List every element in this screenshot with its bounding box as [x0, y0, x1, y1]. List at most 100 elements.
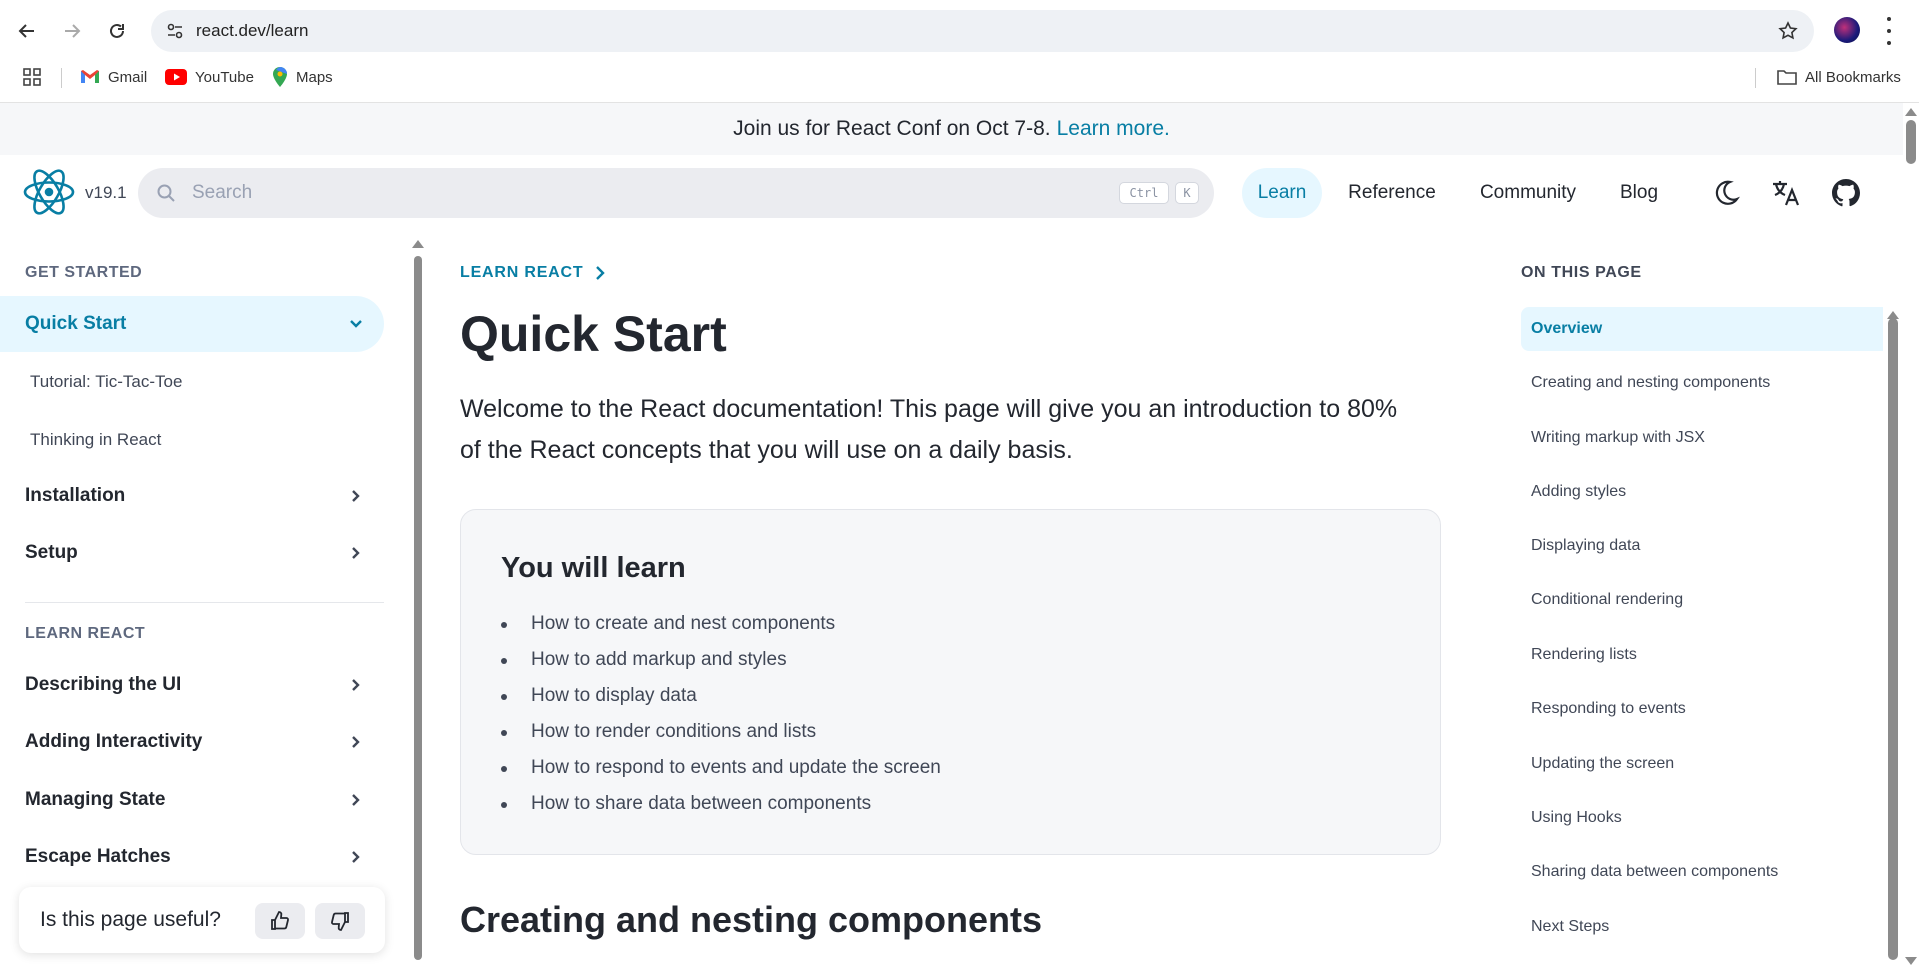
- list-item: How to respond to events and update the …: [501, 750, 941, 786]
- toc-item-adding-styles[interactable]: Adding styles: [1521, 470, 1883, 514]
- translate-icon[interactable]: [1770, 177, 1802, 209]
- moon-icon[interactable]: [1710, 177, 1742, 209]
- chevron-right-icon: [352, 736, 360, 748]
- address-bar[interactable]: react.dev/learn: [151, 10, 1814, 52]
- bookmarks-separator: [61, 68, 62, 88]
- toc-item-using-hooks[interactable]: Using Hooks: [1521, 796, 1883, 840]
- banner-link[interactable]: Learn more.: [1057, 117, 1170, 141]
- sidebar-item-tutorial[interactable]: Tutorial: Tic-Tac-Toe: [0, 354, 384, 410]
- page-scroll-down[interactable]: [1905, 957, 1917, 965]
- bookmark-maps[interactable]: Maps: [272, 66, 333, 88]
- shortcut-ctrl: Ctrl: [1119, 182, 1169, 204]
- site-settings-icon[interactable]: [163, 19, 187, 43]
- thumbs-up-button[interactable]: [255, 903, 305, 939]
- nav-reference[interactable]: Reference: [1336, 168, 1448, 218]
- gmail-icon: [81, 70, 99, 83]
- toc-item-responding-events[interactable]: Responding to events: [1521, 687, 1883, 731]
- conf-banner: Join us for React Conf on Oct 7-8. Learn…: [0, 103, 1903, 155]
- list-item: How to create and nest components: [501, 606, 941, 642]
- bookmark-star-icon[interactable]: [1776, 19, 1800, 43]
- toc-item-conditional-rendering[interactable]: Conditional rendering: [1521, 578, 1883, 622]
- sidebar-item-label: Adding Interactivity: [25, 731, 203, 752]
- sidebar-item-label: Setup: [25, 542, 78, 563]
- version-label[interactable]: v19.1: [85, 183, 127, 203]
- reload-button[interactable]: [100, 14, 134, 48]
- toc-item-next-steps[interactable]: Next Steps: [1521, 905, 1883, 949]
- apps-grid-icon[interactable]: [22, 66, 42, 88]
- sidebar-divider: [25, 602, 384, 603]
- bookmarks-separator: [1755, 68, 1756, 88]
- main-content: LEARN REACT Quick Start Welcome to the R…: [460, 229, 1441, 970]
- table-of-contents: ON THIS PAGE Overview Creating and nesti…: [1520, 229, 1903, 970]
- sidebar-item-label: Describing the UI: [25, 674, 182, 695]
- maps-icon: [273, 67, 287, 87]
- page-scrollbar[interactable]: [1906, 120, 1916, 164]
- forward-button[interactable]: [55, 14, 89, 48]
- profile-avatar[interactable]: [1834, 17, 1860, 43]
- page-title: Quick Start: [460, 306, 727, 362]
- toc-scrollbar[interactable]: [1888, 318, 1898, 960]
- sidebar-section-learn-react: LEARN REACT: [25, 625, 146, 642]
- page-scroll-up[interactable]: [1905, 108, 1917, 116]
- list-item: How to render conditions and lists: [501, 714, 941, 750]
- nav-community[interactable]: Community: [1463, 168, 1593, 218]
- chevron-right-icon: [352, 679, 360, 691]
- sidebar-item-label: Escape Hatches: [25, 846, 171, 867]
- nav-blog[interactable]: Blog: [1608, 168, 1670, 218]
- chevron-right-icon: [352, 547, 360, 559]
- section-heading: Creating and nesting components: [460, 899, 1043, 940]
- toc-item-writing-markup[interactable]: Writing markup with JSX: [1521, 416, 1883, 460]
- sidebar-item-escape-hatches[interactable]: Escape Hatches: [0, 829, 384, 885]
- list-item: How to add markup and styles: [501, 642, 941, 678]
- chevron-right-icon: [352, 490, 360, 502]
- sidebar-item-label: Thinking in React: [30, 430, 162, 449]
- sidebar-item-installation[interactable]: Installation: [0, 468, 384, 524]
- chevron-right-icon: [352, 794, 360, 806]
- nav-learn[interactable]: Learn: [1242, 168, 1322, 218]
- toc-item-creating-nesting[interactable]: Creating and nesting components: [1521, 361, 1883, 405]
- all-bookmarks-button[interactable]: All Bookmarks: [1777, 66, 1901, 88]
- sidebar-item-thinking-in-react[interactable]: Thinking in React: [0, 412, 384, 468]
- toc-item-updating-screen[interactable]: Updating the screen: [1521, 742, 1883, 786]
- toc-item-overview[interactable]: Overview: [1521, 307, 1883, 351]
- sidebar-item-label: Installation: [25, 485, 126, 506]
- shortcut-k: K: [1175, 182, 1199, 204]
- you-will-learn-box: You will learn How to create and nest co…: [460, 509, 1441, 855]
- breadcrumb[interactable]: LEARN REACT: [460, 264, 607, 282]
- back-button[interactable]: [10, 14, 44, 48]
- sidebar-item-label: Tutorial: Tic-Tac-Toe: [30, 372, 183, 391]
- intro-paragraph: Welcome to the React documentation! This…: [460, 395, 1398, 464]
- banner-text: Join us for React Conf on Oct 7-8.: [733, 117, 1051, 140]
- chevron-right-icon: [596, 266, 606, 280]
- sidebar-item-setup[interactable]: Setup: [0, 525, 384, 581]
- sidebar-item-adding-interactivity[interactable]: Adding Interactivity: [0, 714, 384, 770]
- toc-item-rendering-lists[interactable]: Rendering lists: [1521, 633, 1883, 677]
- toc-title: ON THIS PAGE: [1521, 264, 1642, 281]
- sidebar-scroll-up[interactable]: [412, 240, 424, 248]
- url-text[interactable]: react.dev/learn: [196, 21, 308, 41]
- chevron-down-icon: [350, 320, 362, 328]
- reload-icon: [110, 23, 124, 38]
- toc-item-displaying-data[interactable]: Displaying data: [1521, 524, 1883, 568]
- react-logo-icon[interactable]: [22, 167, 76, 217]
- thumbs-down-button[interactable]: [315, 903, 365, 939]
- search-input[interactable]: Search Ctrl K: [138, 168, 1214, 218]
- github-icon[interactable]: [1830, 177, 1862, 209]
- learn-box-title: You will learn: [501, 552, 686, 584]
- list-item: How to display data: [501, 678, 941, 714]
- feedback-question: Is this page useful?: [40, 908, 221, 931]
- sidebar-item-quick-start[interactable]: Quick Start: [0, 296, 384, 352]
- toc-item-sharing-data[interactable]: Sharing data between components: [1521, 850, 1883, 894]
- sidebar-item-managing-state[interactable]: Managing State: [0, 772, 384, 828]
- bookmark-gmail[interactable]: Gmail: [80, 66, 147, 88]
- bookmark-youtube[interactable]: YouTube: [165, 66, 254, 88]
- sidebar-item-label: Managing State: [25, 789, 166, 810]
- sidebar-item-describing-ui[interactable]: Describing the UI: [0, 657, 384, 713]
- thumbs-up-icon: [271, 911, 289, 930]
- search-icon: [157, 184, 175, 202]
- breadcrumb-label[interactable]: LEARN REACT: [460, 264, 583, 282]
- browser-menu-icon[interactable]: [1884, 17, 1894, 45]
- list-item: How to share data between components: [501, 786, 941, 822]
- sidebar-item-label: Quick Start: [25, 313, 127, 334]
- sidebar-scrollbar[interactable]: [414, 256, 422, 960]
